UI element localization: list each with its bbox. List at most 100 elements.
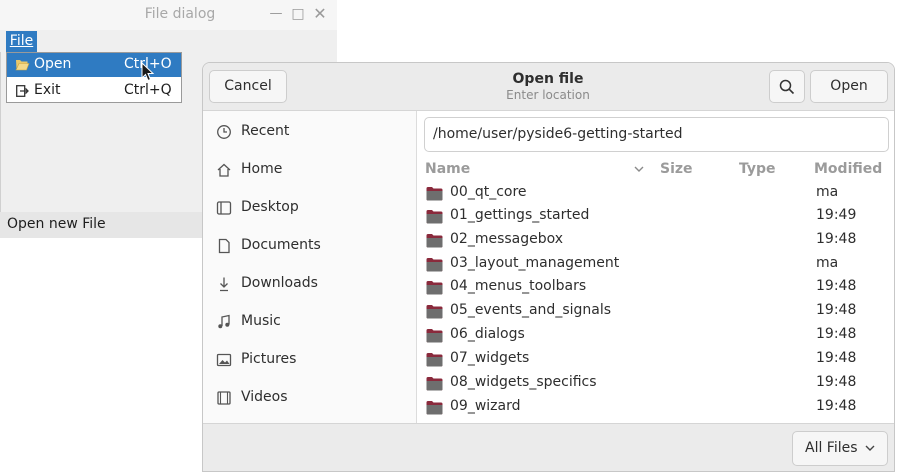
dialog-header: Cancel Open file Enter location Open bbox=[203, 63, 894, 111]
documents-icon bbox=[218, 238, 230, 254]
search-icon bbox=[779, 79, 795, 95]
file-name: 06_dialogs bbox=[450, 326, 525, 342]
menu-file[interactable]: File bbox=[6, 31, 37, 52]
sidebar-item-label: Recent bbox=[241, 123, 290, 139]
file-modified: 19:48 bbox=[816, 302, 857, 318]
download-icon bbox=[220, 277, 228, 292]
sidebar-item-label: Videos bbox=[241, 389, 288, 405]
location-path: /home/user/pyside6-getting-started bbox=[433, 126, 683, 142]
home-icon bbox=[217, 163, 231, 177]
column-size[interactable]: Size bbox=[660, 161, 693, 177]
sidebar-item-label: Pictures bbox=[241, 351, 297, 367]
title-bar: File dialog — □ ✕ bbox=[0, 0, 337, 30]
mouse-pointer-icon bbox=[141, 62, 155, 82]
folder-icon bbox=[426, 210, 443, 224]
window-title: File dialog bbox=[144, 6, 216, 22]
pictures-icon bbox=[216, 353, 232, 367]
folder-icon bbox=[426, 234, 443, 248]
sidebar-item-music[interactable]: Music bbox=[203, 305, 416, 339]
file-type-filter[interactable]: All Files bbox=[792, 431, 888, 466]
places-sidebar: Recent Home Desktop Documents Downloads … bbox=[203, 111, 417, 423]
folder-icon bbox=[426, 305, 443, 319]
sidebar-item-label: Downloads bbox=[241, 275, 318, 291]
file-row[interactable]: 06_dialogs 19:48 bbox=[424, 325, 894, 349]
clock-icon bbox=[217, 125, 231, 139]
status-text: Open new File bbox=[7, 216, 106, 232]
folder-icon bbox=[426, 329, 443, 343]
music-icon bbox=[218, 314, 230, 329]
file-row[interactable]: 01_gettings_started 19:49 bbox=[424, 206, 894, 230]
sidebar-item-label: Music bbox=[241, 313, 281, 329]
sort-chevron-down-icon bbox=[634, 166, 644, 172]
file-row[interactable]: 09_wizard 19:48 bbox=[424, 397, 894, 421]
exit-icon bbox=[14, 79, 30, 105]
folder-open-icon bbox=[14, 53, 30, 79]
open-button[interactable]: Open bbox=[810, 70, 888, 103]
file-modified: 19:48 bbox=[816, 374, 857, 390]
file-name: 07_widgets bbox=[450, 350, 530, 366]
open-file-dialog: Cancel Open file Enter location Open Rec… bbox=[202, 62, 895, 472]
file-row[interactable]: 07_widgets 19:48 bbox=[424, 349, 894, 373]
close-icon[interactable]: ✕ bbox=[312, 6, 328, 22]
file-name: 02_messagebox bbox=[450, 231, 564, 247]
file-row[interactable]: 08_widgets_specifics 19:48 bbox=[424, 373, 894, 397]
search-button[interactable] bbox=[769, 70, 805, 103]
file-list-header: Name Size Type Modified bbox=[424, 157, 894, 183]
file-name: 04_menus_toolbars bbox=[450, 278, 587, 294]
file-modified: ma bbox=[816, 255, 839, 271]
file-modified: 19:48 bbox=[816, 398, 857, 414]
file-name: 08_widgets_specifics bbox=[450, 374, 597, 390]
file-name: 03_layout_management bbox=[450, 255, 620, 271]
sidebar-item-documents[interactable]: Documents bbox=[203, 229, 416, 263]
file-row[interactable]: 02_messagebox 19:48 bbox=[424, 230, 894, 254]
menu-file-label: File bbox=[9, 33, 34, 49]
dialog-title: Open file bbox=[512, 71, 584, 87]
menu-item-label: Exit bbox=[34, 82, 61, 98]
sidebar-item-label: Desktop bbox=[241, 199, 299, 215]
dialog-subtitle: Enter location bbox=[506, 88, 590, 102]
folder-icon bbox=[426, 353, 443, 367]
sidebar-item-videos[interactable]: Videos bbox=[203, 381, 416, 415]
sidebar-item-desktop[interactable]: Desktop bbox=[203, 191, 416, 225]
file-name: 00_qt_core bbox=[450, 184, 527, 200]
video-icon bbox=[217, 391, 231, 405]
sidebar-item-recent[interactable]: Recent bbox=[203, 115, 416, 149]
sidebar-item-label: Home bbox=[241, 161, 283, 177]
cancel-button[interactable]: Cancel bbox=[209, 70, 287, 103]
file-name: 05_events_and_signals bbox=[450, 302, 612, 318]
file-modified: 19:48 bbox=[816, 350, 857, 366]
sidebar-item-downloads[interactable]: Downloads bbox=[203, 267, 416, 301]
folder-icon bbox=[426, 187, 443, 201]
file-row[interactable]: 04_menus_toolbars 19:48 bbox=[424, 277, 894, 301]
folder-icon bbox=[426, 258, 443, 272]
file-modified: 19:48 bbox=[816, 278, 857, 294]
desktop-icon bbox=[216, 201, 232, 215]
file-modified: ma bbox=[816, 184, 839, 200]
sidebar-item-label: Documents bbox=[241, 237, 321, 253]
dialog-footer: All Files bbox=[203, 423, 894, 471]
minimize-icon[interactable]: — bbox=[268, 6, 284, 22]
menu-item-exit[interactable]: Exit Ctrl+Q bbox=[7, 79, 181, 103]
sidebar-item-home[interactable]: Home bbox=[203, 153, 416, 187]
file-dropdown-menu: Open Ctrl+O Exit Ctrl+Q bbox=[6, 52, 182, 103]
file-modified: 19:48 bbox=[816, 231, 857, 247]
menu-bar bbox=[0, 30, 337, 52]
file-row[interactable]: 00_qt_core ma bbox=[424, 183, 894, 207]
folder-icon bbox=[426, 377, 443, 391]
file-row[interactable]: 05_events_and_signals 19:48 bbox=[424, 301, 894, 325]
column-name[interactable]: Name bbox=[425, 161, 470, 177]
chevron-down-icon bbox=[865, 432, 875, 465]
menu-item-shortcut: Ctrl+Q bbox=[124, 82, 172, 98]
maximize-icon[interactable]: □ bbox=[290, 6, 306, 22]
location-field[interactable]: /home/user/pyside6-getting-started bbox=[424, 117, 889, 152]
filter-label: All Files bbox=[805, 440, 858, 456]
sidebar-item-pictures[interactable]: Pictures bbox=[203, 343, 416, 377]
file-row[interactable]: 03_layout_management ma bbox=[424, 254, 894, 278]
column-modified[interactable]: Modified bbox=[814, 161, 882, 177]
file-modified: 19:48 bbox=[816, 326, 857, 342]
file-modified: 19:49 bbox=[816, 207, 857, 223]
menu-item-label: Open bbox=[34, 56, 72, 72]
file-name: 01_gettings_started bbox=[450, 207, 590, 223]
column-type[interactable]: Type bbox=[739, 161, 776, 177]
file-name: 09_wizard bbox=[450, 398, 521, 414]
